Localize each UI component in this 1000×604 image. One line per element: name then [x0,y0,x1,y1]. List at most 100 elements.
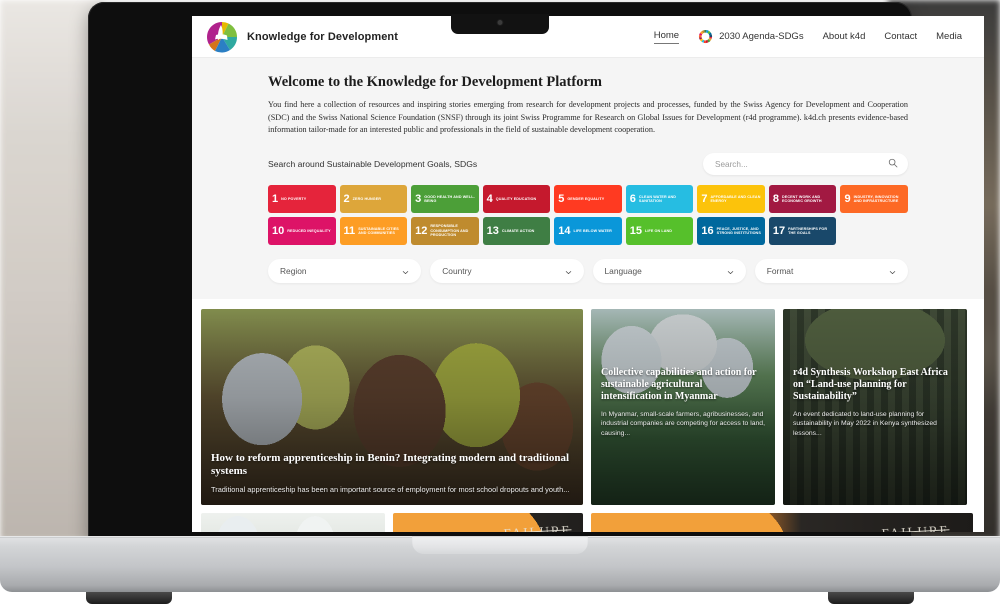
hero-panel: Welcome to the Knowledge for Development… [192,58,984,300]
article-card-myanmar[interactable]: Collective capabilities and action for s… [591,309,775,506]
nav-item-contact[interactable]: Contact [884,31,917,42]
filter-language-label: Language [604,266,642,277]
sdg-tile-title: REDUCED INEQUALITY [287,228,331,233]
sdg-tile-16[interactable]: 16 PEACE, JUSTICE, AND STRONG INSTITUTION… [697,217,765,246]
sdg-tile-number: 6 [629,192,636,205]
sdg-tile-8[interactable]: 8 DECENT WORK AND ECONOMIC GROWTH [768,185,837,214]
article-card-benin-title: How to reform apprenticeship in Benin? I… [211,451,570,478]
sdg-tile-title: CLEAN WATER AND SANITATION [638,194,677,204]
search-row: Search around Sustainable Development Go… [268,153,908,176]
chalk-line-1: FAILURE [881,522,950,532]
nav-item-home-label: Home [653,29,680,41]
sdg-tile-title: CLIMATE ACTION [501,228,535,233]
sdg-tile-3[interactable]: 3 GOOD HEALTH AND WELL-BEING [411,185,479,214]
article-card-kenya-excerpt: An event dedicated to land-use planning … [793,410,937,437]
sdg-tile-15[interactable]: 15 LIFE ON LAND [625,217,694,246]
sdg-tile-title: DECENT WORK AND ECONOMIC GROWTH [782,194,822,204]
nav-item-2030-agenda-sdgs[interactable]: 2030 Agenda-SDGs [698,29,804,44]
brand[interactable]: Knowledge for Development [206,21,398,53]
sdg-tile-title: LIFE BELOW WATER [573,228,612,233]
site-header: Knowledge for Development Home 2030 Agen… [192,16,984,58]
filter-country-label: Country [442,266,472,277]
sdg-tile-10[interactable]: 10 REDUCED INEQUALITY [268,217,336,246]
card-row-2: FAILURE FAILURE FAILURE FAILURE [201,513,975,532]
sdg-tile-title: AFFORDABLE AND CLEAN ENERGY [710,194,761,204]
sdg-tile-6[interactable]: 6 CLEAN WATER AND SANITATION [625,185,694,214]
sdg-tile-12[interactable]: 12 RESPONSIBLE CONSUMPTION AND PRODUCTION [411,217,479,246]
nav-item-contact-label: Contact [884,31,918,42]
chalkboard-text: FAILURE FAILURE [881,522,951,532]
sdg-tile-1[interactable]: 1 NO POVERTY [268,185,336,214]
sdg-tile-5[interactable]: 5 GENDER EQUALITY [554,185,622,214]
sdg-tile-13[interactable]: 13 CLIMATE ACTION [482,217,551,246]
sdg-tile-17[interactable]: 17 PARTNERSHIPS FOR THE GOALS [768,217,837,246]
sdg-tile-number: 8 [772,192,779,205]
sdg-tile-title: INDUSTRY, INNOVATION AND INFRASTRUCTURE [853,194,899,204]
article-card-kenya[interactable]: r4d Synthesis Workshop East Africa on “L… [783,309,967,506]
article-card-benin[interactable]: How to reform apprenticeship in Benin? I… [201,309,583,506]
sdg-tile-title: QUALITY EDUCATION [495,196,537,201]
chevron-down-icon [727,268,734,275]
filter-format[interactable]: Format [754,259,908,284]
webcam-icon [497,20,503,25]
sdg-tile-14[interactable]: 14 LIFE BELOW WATER [554,217,622,246]
sdg-tile-number: 13 [486,224,499,237]
page-title: Welcome to the Knowledge for Development… [268,74,602,90]
sdg-tile-11[interactable]: 11 SUSTAINABLE CITIES AND COMMUNITIES [339,217,408,246]
sdg-tile-number: 11 [343,224,356,237]
sdg-tile-title: GOOD HEALTH AND WELL-BEING [424,194,475,204]
nav-item-about-k4d-label: About k4d [822,31,866,42]
sdg-tile-number: 7 [701,192,708,205]
sdg-tile-number: 16 [701,224,714,237]
sdg-tile-title: PARTNERSHIPS FOR THE GOALS [788,226,828,236]
article-card-failure-2[interactable]: FAILURE FAILURE [591,513,973,532]
chevron-down-icon [889,268,896,275]
search-box[interactable] [703,153,908,176]
sdg-tile-4[interactable]: 4 QUALITY EDUCATION [482,185,551,214]
sdg-tile-title: PEACE, JUSTICE, AND STRONG INSTITUTIONS [716,226,761,236]
article-card-grid: How to reform apprenticeship in Benin? I… [192,299,984,532]
sdg-tile-number: 5 [558,192,565,205]
sdg-tile-number: 17 [772,224,786,237]
sdg-tile-title: NO POVERTY [281,196,307,201]
article-card-bottles[interactable] [201,513,385,532]
article-card-benin-excerpt: Traditional apprenticeship has been an i… [211,484,570,494]
sdg-tile-title: SUSTAINABLE CITIES AND COMMUNITIES [358,226,399,236]
card-caption: How to reform apprenticeship in Benin? I… [201,444,583,505]
sdg-tile-number: 14 [558,224,571,237]
card-caption: Collective capabilities and action for s… [591,359,775,505]
sdg-tile-title: LIFE ON LAND [645,228,673,233]
sdg-tile-title: RESPONSIBLE CONSUMPTION AND PRODUCTION [430,224,469,238]
kfd-circle-logo-icon [206,21,238,53]
nav-item-about-k4d[interactable]: About k4d [823,31,866,42]
card-row-1: How to reform apprenticeship in Benin? I… [201,309,975,506]
filter-country[interactable]: Country [430,259,584,284]
sdg-tile-9[interactable]: 9 INDUSTRY, INNOVATION AND INFRASTRUCTURE [840,185,908,214]
main-nav: Home 2030 Agenda-SDGs About k4d Contact … [653,29,962,44]
chalk-line-1: FAILURE [502,522,572,532]
laptop-lid: Knowledge for Development Home 2030 Agen… [88,2,984,542]
nav-item-media[interactable]: Media [936,31,962,42]
nav-item-media-label: Media [936,31,962,42]
chevron-down-icon [565,268,572,275]
search-input[interactable] [715,159,882,169]
brand-name: Knowledge for Development [247,30,399,43]
sdg-tile-number: 1 [272,192,279,205]
sdg-tile-number: 4 [486,192,493,205]
filter-language[interactable]: Language [592,259,746,284]
filter-region-label: Region [280,266,307,277]
hero-description: You find here a collection of resources … [268,100,908,135]
search-icon[interactable] [888,155,898,173]
laptop-foot-left [86,592,172,604]
nav-item-home[interactable]: Home [653,29,680,44]
chalkboard-text: FAILURE FAILURE [503,522,573,532]
article-card-failure-1[interactable]: FAILURE FAILURE [393,513,583,532]
sdg-tile-2[interactable]: 2 ZERO HUNGER [339,185,408,214]
article-card-kenya-title: r4d Synthesis Workshop East Africa on “L… [793,367,948,403]
laptop-foot-right [828,592,914,604]
chevron-down-icon [402,268,409,275]
filter-region[interactable]: Region [268,259,422,284]
sdg-tile-number: 15 [629,224,643,237]
sdg-tile-number: 9 [844,192,851,205]
sdg-tile-7[interactable]: 7 AFFORDABLE AND CLEAN ENERGY [697,185,765,214]
